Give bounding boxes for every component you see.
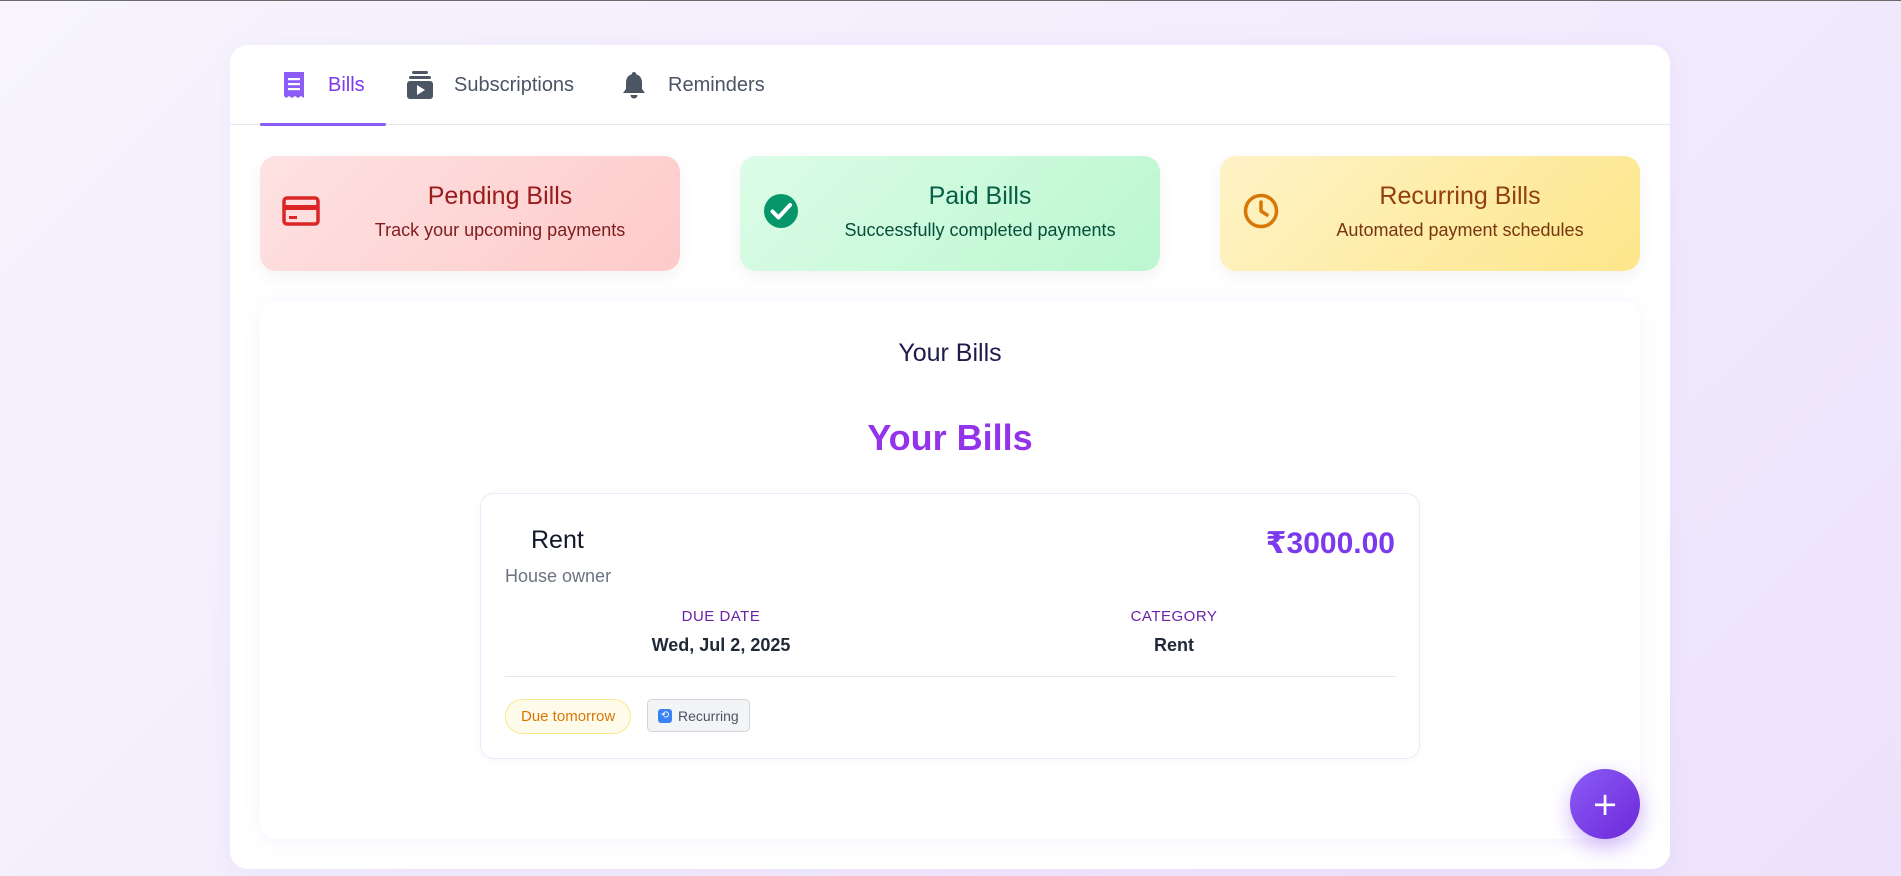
check-circle-icon <box>762 192 800 230</box>
paid-bills-text: Paid Bills Successfully completed paymen… <box>800 182 1160 241</box>
section-heading: Your Bills <box>898 339 1002 367</box>
paid-bills-card[interactable]: Paid Bills Successfully completed paymen… <box>740 156 1160 271</box>
recurring-bills-title: Recurring Bills <box>1379 182 1541 210</box>
recurring-icon: ⟲ <box>658 708 672 723</box>
tab-bills-label: Bills <box>328 73 365 96</box>
category-value: Rent <box>1154 635 1194 655</box>
bell-icon <box>620 71 648 99</box>
recurring-bills-text: Recurring Bills Automated payment schedu… <box>1280 182 1640 241</box>
bills-list-heading: Your Bills <box>867 417 1033 458</box>
tab-reminders[interactable]: Reminders <box>620 45 765 125</box>
recurring-badge-label: Recurring <box>678 707 739 724</box>
bills-panel: Bills Subscriptions Reminders Pending Bi… <box>230 45 1670 869</box>
top-strip <box>0 0 1901 3</box>
bill-payee: House owner <box>505 566 612 586</box>
pending-bills-card[interactable]: Pending Bills Track your upcoming paymen… <box>260 156 680 271</box>
tab-bar: Bills Subscriptions Reminders <box>230 45 1670 126</box>
bill-name: Rent <box>531 526 584 554</box>
due-status-badge: Due tomorrow <box>505 699 632 734</box>
credit-card-icon <box>282 192 320 230</box>
bills-section: Your Bills Your Bills Rent House owner ₹… <box>260 301 1640 839</box>
bill-amount: ₹3000.00 <box>1265 527 1395 560</box>
pending-bills-text: Pending Bills Track your upcoming paymen… <box>320 182 680 241</box>
clock-icon <box>1242 192 1280 230</box>
pending-bills-subtitle: Track your upcoming payments <box>374 220 626 240</box>
paid-bills-title: Paid Bills <box>928 182 1032 210</box>
receipt-icon <box>280 71 308 99</box>
tab-subscriptions-label: Subscriptions <box>454 73 575 96</box>
bill-card[interactable]: Rent House owner ₹3000.00 DUE DATE Wed, … <box>480 493 1420 759</box>
tab-reminders-label: Reminders <box>668 73 765 96</box>
subscription-icon <box>406 71 434 99</box>
plus-icon: + <box>1591 785 1619 823</box>
recurring-bills-card[interactable]: Recurring Bills Automated payment schedu… <box>1220 156 1640 271</box>
recurring-badge: ⟲ Recurring <box>647 699 750 732</box>
pending-bills-title: Pending Bills <box>427 182 573 210</box>
category-label: CATEGORY <box>1130 608 1218 625</box>
paid-bills-subtitle: Successfully completed payments <box>844 220 1116 240</box>
add-bill-button[interactable]: + <box>1570 769 1640 839</box>
recurring-bills-subtitle: Automated payment schedules <box>1336 220 1584 240</box>
bill-divider <box>505 676 1395 677</box>
tab-bills[interactable]: Bills <box>260 45 386 126</box>
due-date-value: Wed, Jul 2, 2025 <box>651 635 791 655</box>
tab-subscriptions[interactable]: Subscriptions <box>406 45 574 125</box>
due-date-label: DUE DATE <box>681 608 761 625</box>
